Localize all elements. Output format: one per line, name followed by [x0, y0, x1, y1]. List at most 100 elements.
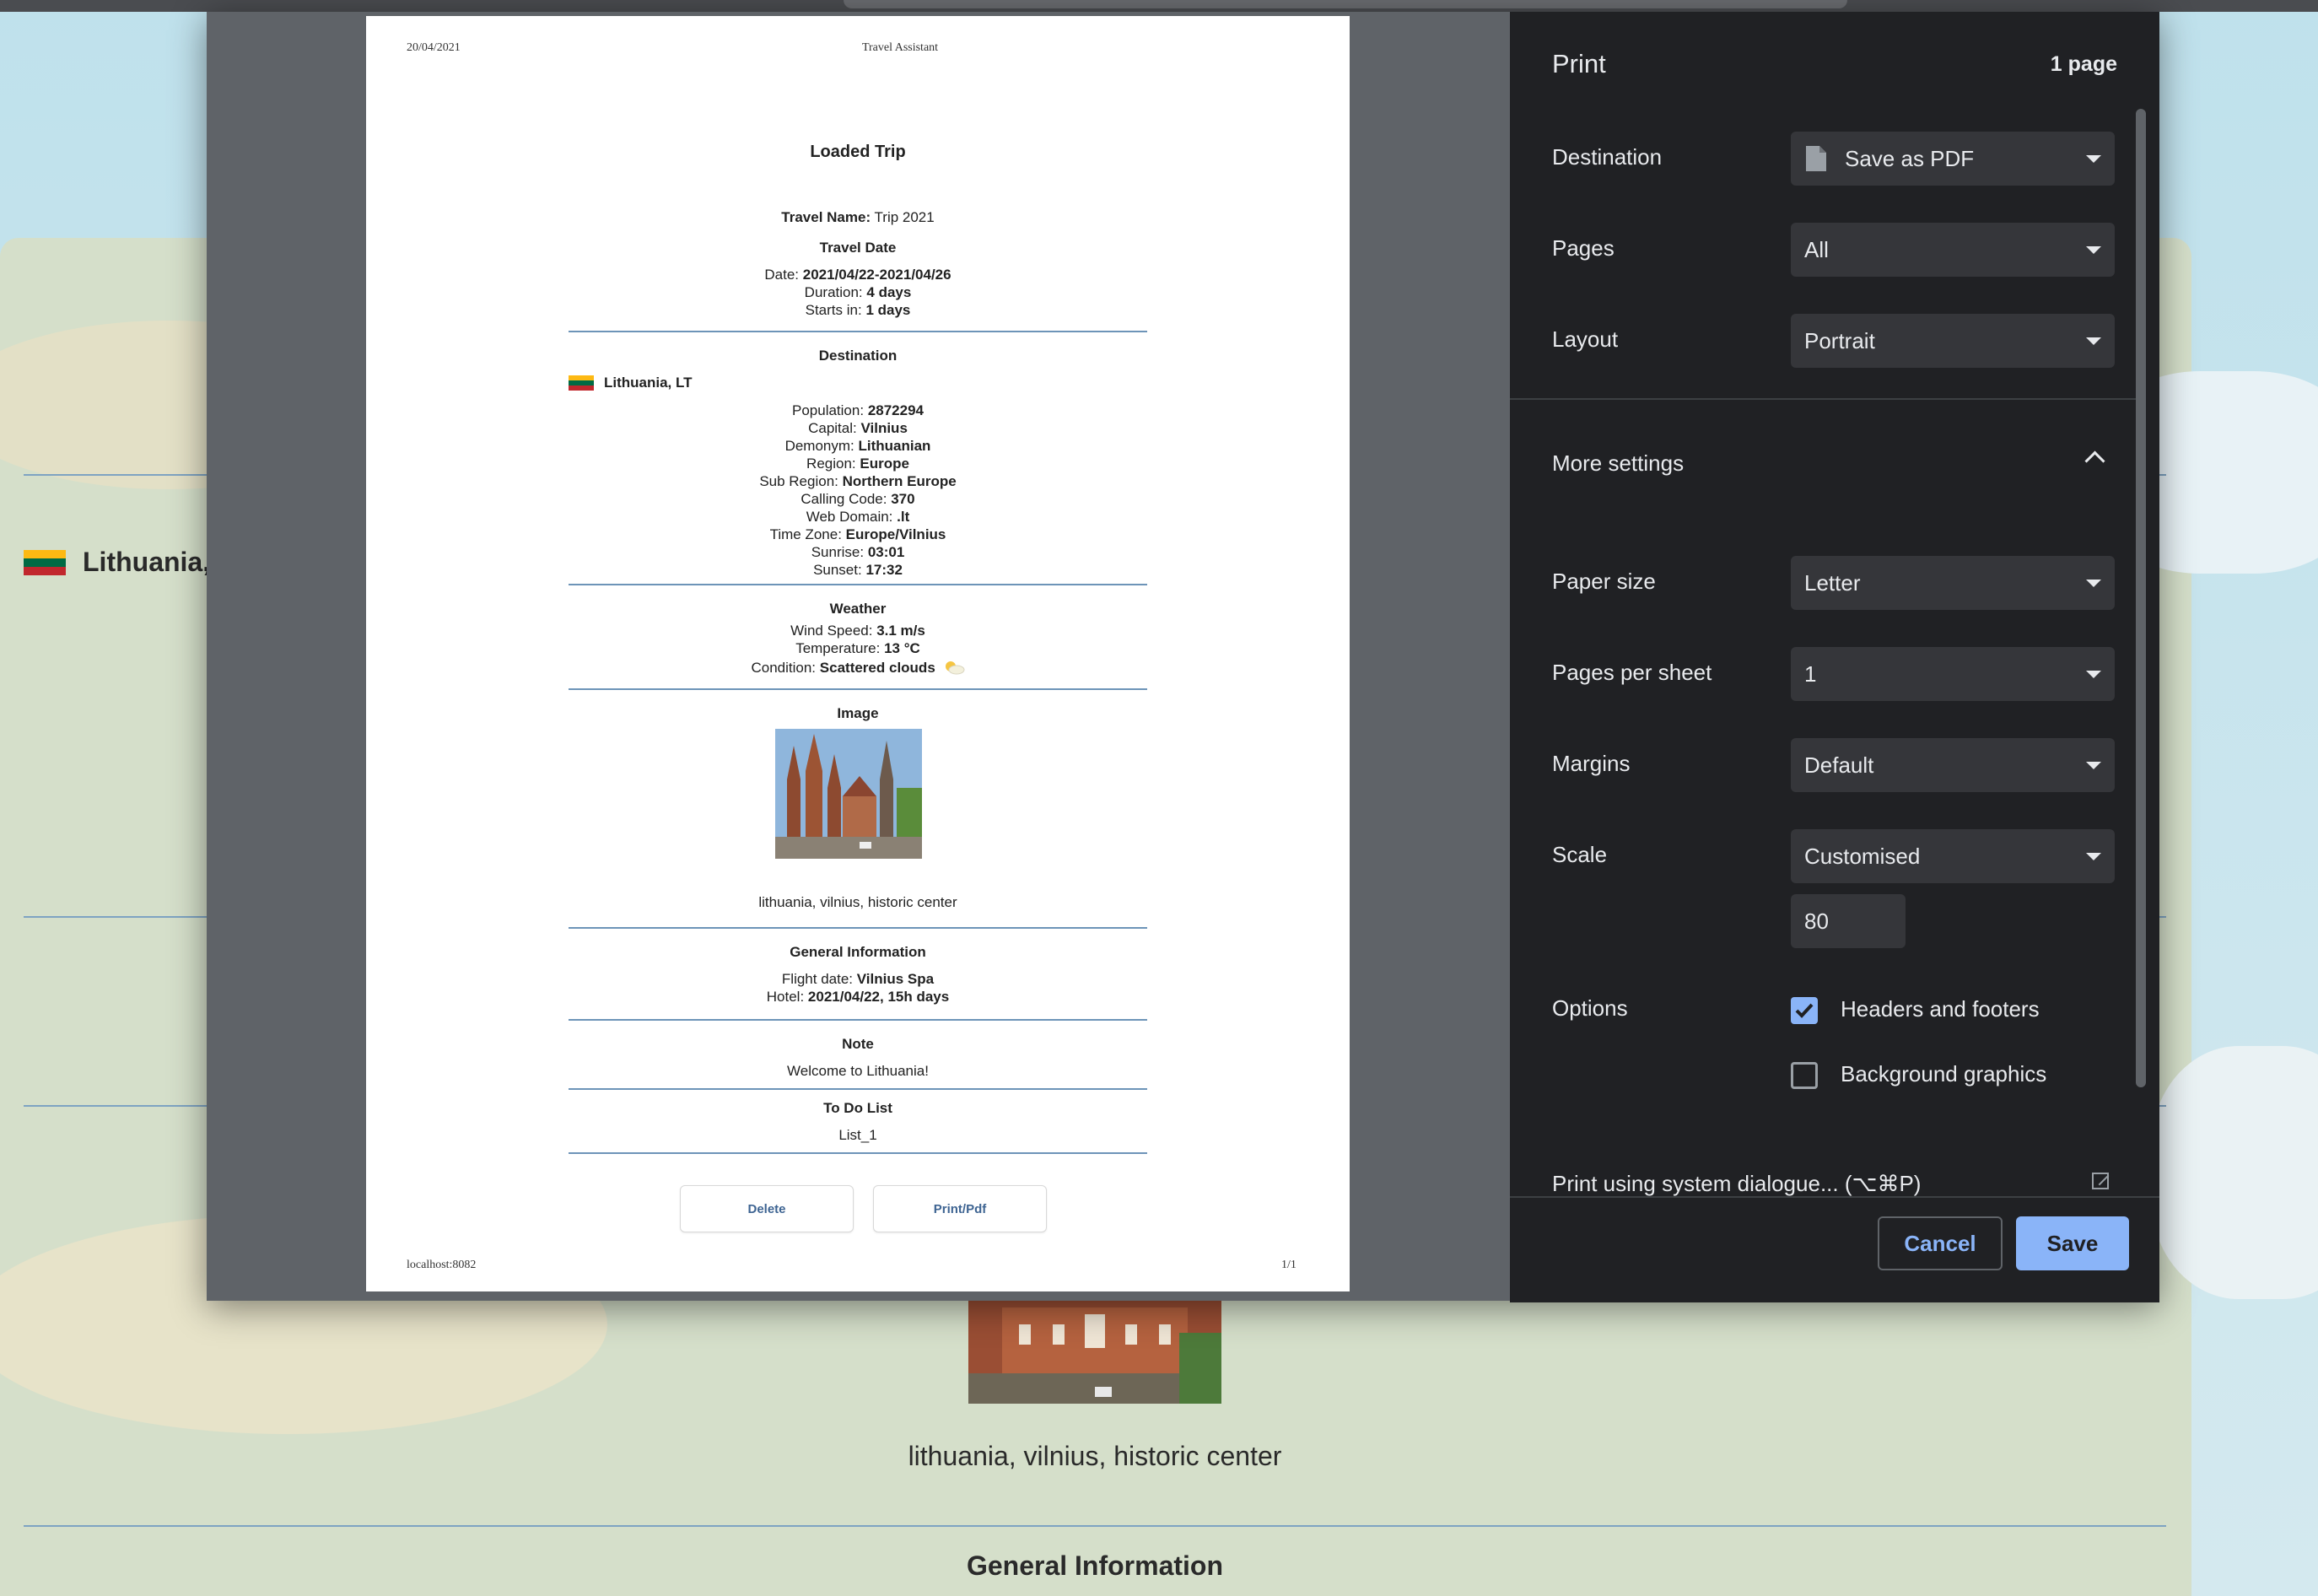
paper-size-label: Paper size: [1552, 569, 1656, 594]
settings-scrollbar[interactable]: [2136, 109, 2146, 1087]
chevron-down-icon: [2086, 580, 2101, 587]
section-divider: [569, 927, 1147, 929]
page-title: Loaded Trip: [810, 143, 906, 161]
margins-value: Default: [1804, 752, 1874, 778]
margins-select[interactable]: Default: [1791, 738, 2115, 792]
fact-line: Sunrise: 03:01: [811, 544, 905, 560]
image-caption: lithuania, vilnius, historic center: [758, 894, 957, 910]
pages-per-sheet-label: Pages per sheet: [1552, 660, 1712, 685]
checkmark-icon: [1795, 1003, 1814, 1018]
decorative-shape: [2151, 1046, 2318, 1299]
section-divider: [569, 688, 1147, 690]
footer-page-number: 1/1: [1281, 1259, 1296, 1271]
lithuania-flag-icon: [569, 375, 594, 391]
open-external-icon[interactable]: [2092, 1173, 2109, 1189]
headers-footers-label[interactable]: Headers and footers: [1841, 996, 2040, 1022]
todo-item: List_1: [838, 1127, 877, 1143]
note-heading: Note: [842, 1036, 874, 1052]
chevron-down-icon: [2086, 246, 2101, 254]
header-date: 20/04/2021: [407, 41, 461, 54]
travel-date-heading: Travel Date: [819, 240, 897, 256]
chevron-up-icon[interactable]: [2084, 450, 2105, 472]
fact-line: Sub Region: Northern Europe: [759, 473, 957, 489]
chevron-down-icon: [2086, 337, 2101, 345]
fact-line: Demonym: Lithuanian: [784, 438, 931, 454]
image-caption: lithuania, vilnius, historic center: [908, 1441, 1282, 1471]
todo-heading: To Do List: [823, 1100, 892, 1116]
country-name: Lithuania,: [83, 547, 211, 577]
destination-country: Lithuania, LT: [604, 375, 693, 391]
background-graphics-label[interactable]: Background graphics: [1841, 1061, 2046, 1087]
fact-line: Calling Code: 370: [801, 491, 915, 507]
print-dialog: 20/04/2021 Travel Assistant Loaded Trip …: [207, 12, 2159, 1302]
section-divider: [569, 1088, 1147, 1090]
headers-footers-checkbox[interactable]: [1791, 997, 1818, 1024]
lithuania-flag-icon: [24, 550, 66, 575]
margins-label: Margins: [1552, 751, 1631, 776]
destination-label: Destination: [1552, 144, 1663, 170]
preview-page: 20/04/2021 Travel Assistant Loaded Trip …: [366, 16, 1350, 1291]
destination-select[interactable]: Save as PDF: [1791, 132, 2115, 186]
starts-line: Starts in: 1 days: [805, 302, 911, 318]
weather-heading: Weather: [829, 601, 887, 617]
fact-line: Sunset: 17:32: [813, 562, 903, 578]
note-text: Welcome to Lithuania!: [787, 1063, 929, 1079]
more-settings-toggle[interactable]: More settings: [1552, 450, 1684, 477]
section-divider: [569, 584, 1147, 585]
scale-label: Scale: [1552, 842, 1608, 867]
layout-value: Portrait: [1804, 327, 1875, 353]
destination-value: Save as PDF: [1845, 145, 1975, 171]
fact-line: Web Domain: .lt: [806, 509, 910, 525]
pages-label: Pages: [1552, 235, 1615, 261]
city-photo: [775, 729, 922, 859]
pages-per-sheet-select[interactable]: 1: [1791, 647, 2115, 701]
cancel-button[interactable]: Cancel: [1878, 1216, 2003, 1270]
print-preview-area[interactable]: 20/04/2021 Travel Assistant Loaded Trip …: [207, 12, 1510, 1301]
document-icon: [1806, 146, 1826, 171]
fact-line: Region: Europe: [806, 456, 909, 472]
general-info-heading: General Information: [790, 944, 926, 960]
scale-number-input[interactable]: 80: [1791, 894, 1906, 948]
cloud-sun-icon: [945, 661, 965, 675]
flight-line: Flight date: Vilnius Spa: [781, 971, 935, 987]
temperature-line: Temperature: 13 °C: [795, 640, 920, 656]
hotel-line: Hotel: 2021/04/22, 15h days: [766, 989, 950, 1005]
delete-button: Delete: [680, 1185, 854, 1232]
date-line: Date: 2021/04/22-2021/04/26: [764, 267, 951, 283]
section-divider: [569, 1019, 1147, 1021]
divider: [24, 1525, 2166, 1527]
print-pdf-button: Print/Pdf: [873, 1185, 1047, 1232]
background-graphics-checkbox[interactable]: [1791, 1062, 1818, 1089]
section-divider: [1510, 398, 2136, 400]
scale-value: Customised: [1804, 843, 1921, 869]
destination-heading: Destination: [818, 348, 898, 364]
image-heading: Image: [837, 705, 879, 721]
paper-size-select[interactable]: Letter: [1791, 556, 2115, 610]
fact-line: Time Zone: Europe/Vilnius: [769, 526, 946, 542]
chevron-down-icon: [2086, 853, 2101, 860]
fact-line: Population: 2872294: [792, 402, 924, 418]
chevron-down-icon: [2086, 155, 2101, 163]
scale-select[interactable]: Customised: [1791, 829, 2115, 883]
duration-line: Duration: 4 days: [804, 284, 912, 300]
pages-per-sheet-value: 1: [1804, 661, 1817, 687]
system-dialog-link[interactable]: Print using system dialogue... (⌥⌘P): [1552, 1171, 1921, 1197]
layout-label: Layout: [1552, 326, 1619, 352]
options-label: Options: [1552, 995, 1628, 1021]
print-settings-panel: Print 1 page Destination Save as PDF Pag…: [1510, 12, 2159, 1302]
paper-size-value: Letter: [1804, 569, 1861, 596]
condition-line: Condition: Scattered clouds: [366, 659, 1350, 677]
browser-tab-strip: [844, 0, 1847, 8]
footer-url: localhost:8082: [407, 1259, 477, 1271]
section-title: General Information: [966, 1550, 1224, 1581]
pages-value: All: [1804, 236, 1829, 262]
print-title: Print: [1552, 49, 1606, 78]
wind-line: Wind Speed: 3.1 m/s: [790, 623, 925, 639]
page-count: 1 page: [2050, 52, 2117, 76]
travel-name-line: Travel Name: Trip 2021: [781, 209, 935, 225]
chevron-down-icon: [2086, 762, 2101, 769]
city-photo: [968, 1299, 1221, 1404]
layout-select[interactable]: Portrait: [1791, 314, 2115, 368]
save-button[interactable]: Save: [2016, 1216, 2129, 1270]
pages-select[interactable]: All: [1791, 223, 2115, 277]
